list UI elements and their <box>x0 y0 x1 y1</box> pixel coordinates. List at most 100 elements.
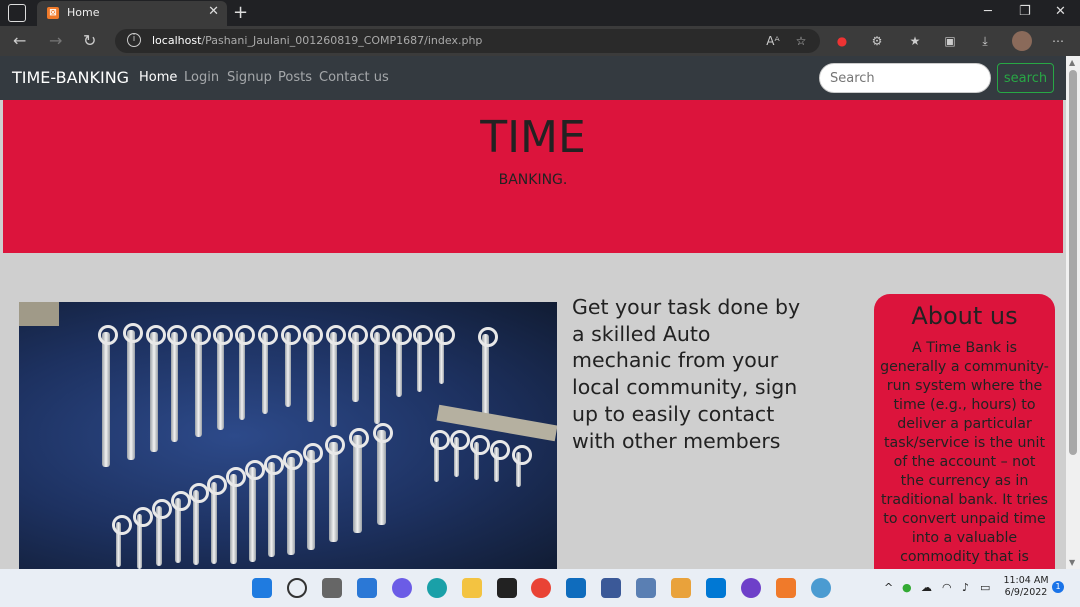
chat-icon[interactable] <box>392 578 412 598</box>
back-icon[interactable]: ← <box>13 31 26 50</box>
wrench-icon <box>435 325 455 384</box>
more-menu-icon[interactable]: ⋯ <box>1050 33 1066 49</box>
taskbar-clock[interactable]: 11:04 AM 6/9/2022 <box>1000 575 1052 599</box>
wrench-icon <box>171 491 191 563</box>
search-input[interactable] <box>819 63 991 93</box>
brand-logo[interactable]: TIME-BANKING <box>12 68 129 87</box>
hero-banner: TIME BANKING. <box>3 100 1063 253</box>
wrench-icon <box>235 325 255 420</box>
url-path: /Pashani_Jaulani_001260819_COMP1687/inde… <box>201 34 483 47</box>
tab-actions-icon[interactable] <box>8 4 26 22</box>
wrench-icon <box>146 325 166 452</box>
file-explorer-icon[interactable] <box>462 578 482 598</box>
volume-icon[interactable]: ♪ <box>962 581 969 594</box>
cloud-icon[interactable]: ☁ <box>921 581 932 594</box>
hero-subtitle: BANKING. <box>498 172 568 188</box>
close-tab-icon[interactable]: ✕ <box>208 4 219 19</box>
wrench-icon <box>283 450 303 555</box>
profile-avatar[interactable] <box>1012 31 1032 51</box>
notification-badge[interactable]: 1 <box>1052 581 1064 593</box>
vscode-icon[interactable] <box>706 578 726 598</box>
photos-icon[interactable] <box>636 578 656 598</box>
read-aloud-icon[interactable]: Aᴬ <box>765 33 781 49</box>
browser-tab[interactable]: ⊠ Home ✕ <box>37 1 227 26</box>
notion-icon[interactable] <box>497 578 517 598</box>
wifi-icon[interactable]: ◠ <box>942 581 952 594</box>
battery-icon[interactable]: ▭ <box>980 581 990 594</box>
tab-title: Home <box>67 6 100 19</box>
forward-icon[interactable]: → <box>49 31 62 50</box>
minimize-icon[interactable]: ─ <box>984 4 992 19</box>
restore-icon[interactable]: ❐ <box>1019 4 1031 19</box>
downloads-icon[interactable]: ⤓ <box>977 33 993 49</box>
url-bar[interactable]: i localhost/Pashani_Jaulani_001260819_CO… <box>115 29 820 53</box>
wrench-icon <box>450 430 470 477</box>
wrench-icon <box>303 443 323 550</box>
scroll-thumb[interactable] <box>1069 70 1077 455</box>
facebook-icon[interactable] <box>601 578 621 598</box>
tray-chevron-icon[interactable]: ^ <box>884 581 893 594</box>
wrench-icon <box>370 325 390 424</box>
nav-contact-us[interactable]: Contact us <box>319 70 389 85</box>
extensions-icon[interactable]: ⚙ <box>869 33 885 49</box>
hero-title: TIME <box>480 112 586 163</box>
wrench-icon <box>191 325 211 437</box>
wrench-icon <box>189 483 209 565</box>
wrench-icon <box>258 325 278 414</box>
wrench-icon <box>245 460 265 562</box>
collections-icon[interactable]: ▣ <box>942 33 958 49</box>
wrench-icon <box>112 515 132 567</box>
xampp-icon: ⊠ <box>47 7 59 19</box>
close-window-icon[interactable]: ✕ <box>1055 4 1066 19</box>
task-view-icon[interactable] <box>322 578 342 598</box>
refresh-icon[interactable]: ↻ <box>83 31 96 50</box>
browser-globe-icon[interactable] <box>811 578 831 598</box>
widgets-icon[interactable] <box>357 578 377 598</box>
wrench-icon <box>470 435 490 480</box>
browser-tab-bar: ⊠ Home ✕ + ─ ❐ ✕ <box>0 0 1080 26</box>
search-icon[interactable] <box>287 578 307 598</box>
wrench-icon <box>326 325 346 427</box>
wrench-icon <box>152 499 172 566</box>
url-text[interactable]: localhost/Pashani_Jaulani_001260819_COMP… <box>152 34 482 47</box>
scroll-down-icon[interactable]: ▼ <box>1069 558 1075 567</box>
nav-signup[interactable]: Signup <box>227 70 272 85</box>
wrench-icon <box>303 325 323 422</box>
outlook-icon[interactable] <box>566 578 586 598</box>
wrench-icon <box>123 323 143 460</box>
nav-login[interactable]: Login <box>184 70 219 85</box>
scroll-up-icon[interactable]: ▲ <box>1069 58 1075 67</box>
nav-home[interactable]: Home <box>139 70 177 85</box>
wrench-icon <box>512 445 532 487</box>
clock-time: 11:04 AM <box>1003 575 1049 586</box>
extension-record-icon[interactable]: ● <box>834 33 850 49</box>
about-us-title: About us <box>911 302 1018 330</box>
github-icon[interactable] <box>741 578 761 598</box>
chrome-icon[interactable] <box>531 578 551 598</box>
wrench-icon <box>226 467 246 564</box>
wrench-icon <box>430 430 450 482</box>
wrench-icon <box>133 507 153 569</box>
about-us-text: A Time Bank is generally a community-run… <box>880 340 1049 565</box>
start-icon[interactable] <box>252 578 272 598</box>
edge-icon[interactable] <box>427 578 447 598</box>
wrench-icon <box>213 325 233 430</box>
tray-app-icon[interactable]: ● <box>902 581 912 594</box>
wrench-icon <box>392 325 412 397</box>
wrench-icon <box>325 435 345 542</box>
search-button[interactable]: search <box>997 63 1054 93</box>
favorite-add-icon[interactable]: ☆ <box>793 33 809 49</box>
site-info-icon[interactable]: i <box>127 33 141 47</box>
git-icon[interactable] <box>671 578 691 598</box>
wrench-wall-image <box>19 302 557 570</box>
xampp-icon[interactable] <box>776 578 796 598</box>
toolbox-decoration <box>19 302 59 326</box>
about-us-card: About us A Time Bank is generally a comm… <box>874 294 1055 574</box>
url-host: localhost <box>152 34 202 47</box>
wrench-icon <box>167 325 187 442</box>
new-tab-button[interactable]: + <box>233 2 248 23</box>
favorites-icon[interactable]: ★ <box>907 33 923 49</box>
nav-posts[interactable]: Posts <box>278 70 312 85</box>
page-scrollbar[interactable]: ▲ ▼ <box>1066 56 1080 569</box>
wrench-icon <box>490 440 510 482</box>
